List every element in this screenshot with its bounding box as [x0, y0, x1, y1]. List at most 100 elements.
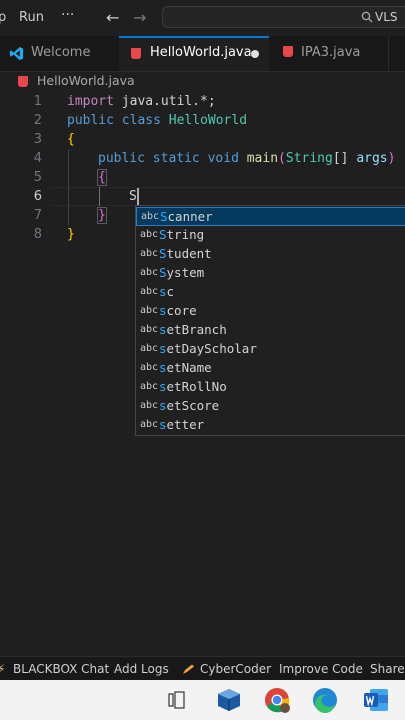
code-line-4[interactable]: public static void main(String[] args)	[98, 151, 395, 166]
suggestion-rest: etName	[166, 360, 212, 375]
class-name: HelloWorld	[168, 113, 248, 128]
suggestion-item[interactable]: abc setRollNo	[136, 378, 405, 397]
suggestion-rest: etBranch	[166, 322, 227, 337]
tab-label: Welcome	[31, 45, 91, 60]
text-kind-icon: abc	[141, 211, 160, 222]
text-kind-icon: abc	[140, 419, 159, 430]
command-center-search[interactable]: VLS	[162, 6, 405, 28]
java-file-icon	[18, 76, 28, 87]
text-kind-icon: abc	[140, 362, 159, 373]
text-kind-icon: abc	[140, 286, 159, 297]
line-number: 2	[33, 113, 42, 128]
more-menu-icon[interactable]: ···	[61, 7, 74, 23]
code-text: []	[332, 151, 357, 166]
code-line-5[interactable]: {	[97, 169, 107, 186]
paren: (	[278, 151, 286, 166]
share-code-item[interactable]: Share C	[370, 662, 405, 676]
add-logs-item[interactable]: Add Logs	[114, 662, 169, 676]
menu-run[interactable]: Run	[19, 10, 44, 25]
autocomplete-suggestions[interactable]: abc Scanner abc String abc Student abc Syste…	[135, 205, 405, 436]
param-name: args	[356, 151, 388, 166]
suggestion-item[interactable]: abc setName	[136, 359, 405, 378]
tab-label: IPA3.java	[301, 45, 361, 60]
virtualbox-icon[interactable]	[215, 686, 243, 714]
code-line-1[interactable]: import java.util.*;	[67, 94, 216, 109]
suggestion-match: s	[159, 341, 167, 356]
menu-partial[interactable]: p	[0, 10, 6, 25]
suggestion-match: S	[160, 209, 168, 224]
code-line-8[interactable]: }	[67, 227, 75, 242]
suggestion-rest: c	[166, 284, 175, 299]
indent-guide	[68, 149, 69, 225]
text-kind-icon: abc	[140, 400, 159, 411]
type-name: String	[285, 151, 333, 166]
keyword: static	[152, 151, 200, 166]
text-kind-icon: abc	[140, 381, 159, 392]
suggestion-item[interactable]: abc setDayScholar	[136, 340, 405, 359]
tab-helloworld[interactable]: HelloWorld.java	[119, 36, 269, 71]
keyword: class	[121, 113, 161, 128]
suggestion-rest: core	[166, 303, 197, 318]
keyword: import	[67, 94, 114, 109]
code-line-7[interactable]: }	[97, 207, 107, 224]
cybercoder-item[interactable]: CyberCoder	[200, 662, 271, 676]
text-kind-icon: abc	[140, 343, 159, 354]
suggestion-item[interactable]: abc setBranch	[136, 321, 405, 340]
text-kind-icon: abc	[140, 305, 159, 316]
suggestion-match: s	[159, 417, 167, 432]
tab-bar: Welcome HelloWorld.java IPA3.java	[0, 36, 405, 72]
suggestion-match: s	[159, 360, 167, 375]
suggestion-item[interactable]: abc String	[136, 226, 405, 245]
blackbox-chat-item[interactable]: BLACKBOX Chat	[13, 662, 109, 676]
title-bar: p Run ··· ← → VLS	[0, 0, 405, 36]
paren: )	[387, 151, 396, 166]
forward-arrow-icon[interactable]: →	[133, 8, 146, 27]
suggestion-rest: etter	[166, 417, 205, 432]
line-number: 3	[33, 132, 42, 147]
suggestion-rest: tring	[166, 227, 205, 242]
tab-label: HelloWorld.java	[150, 45, 252, 60]
suggestion-rest: etDayScholar	[166, 341, 257, 356]
suggestion-match: S	[159, 265, 167, 280]
tab-ipa3[interactable]: IPA3.java	[270, 36, 388, 71]
suggestion-item[interactable]: abc Student	[136, 245, 405, 264]
indent-guide-active	[99, 187, 100, 206]
suggestion-item[interactable]: abc sc	[136, 283, 405, 302]
method-name: main	[246, 151, 279, 166]
tab-welcome[interactable]: Welcome	[0, 36, 118, 71]
suggestion-rest: etRollNo	[166, 379, 227, 394]
java-file-icon	[283, 46, 293, 57]
text-kind-icon: abc	[140, 229, 159, 240]
improve-code-item[interactable]: Improve Code	[279, 662, 363, 676]
search-text: VLS	[375, 10, 398, 24]
unsaved-dot-icon[interactable]	[251, 50, 259, 58]
keyword: public	[98, 151, 145, 166]
breadcrumb-file[interactable]: HelloWorld.java	[37, 73, 135, 88]
windows-taskbar	[0, 680, 405, 720]
suggestion-item[interactable]: abc System	[136, 264, 405, 283]
word-icon[interactable]	[362, 686, 390, 714]
code-line-3[interactable]: {	[67, 132, 75, 147]
line-number: 4	[33, 151, 42, 166]
suggestion-item[interactable]: abc setter	[136, 416, 405, 435]
suggestion-match: s	[159, 379, 167, 394]
suggestion-item[interactable]: abc score	[136, 302, 405, 321]
code-line-6[interactable]: S	[129, 189, 137, 204]
suggestion-item[interactable]: abc Scanner	[136, 207, 405, 226]
task-view-icon[interactable]	[161, 686, 189, 714]
back-arrow-icon[interactable]: ←	[106, 8, 119, 27]
edge-icon[interactable]	[311, 686, 339, 714]
lightning-icon: ⚡	[0, 662, 6, 676]
suggestion-item[interactable]: abc setScore	[136, 397, 405, 416]
line-number-current: 6	[33, 189, 42, 204]
suggestion-match: s	[159, 398, 167, 413]
suggestion-match: S	[159, 227, 167, 242]
suggestion-match: s	[159, 284, 167, 299]
tab-divider	[388, 36, 389, 71]
suggestion-match: s	[159, 322, 167, 337]
text-kind-icon: abc	[140, 324, 159, 335]
breadcrumb: HelloWorld.java	[0, 71, 405, 91]
chrome-icon[interactable]	[263, 686, 291, 714]
code-line-2[interactable]: public class HelloWorld	[67, 113, 247, 128]
code-text: java.util.*;	[113, 94, 216, 109]
